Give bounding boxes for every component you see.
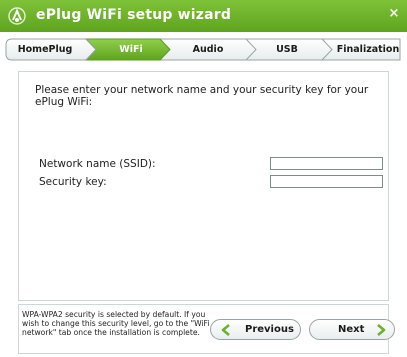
window-title: ePlug WiFi setup wizard (36, 7, 232, 23)
arrow-left-icon (221, 324, 230, 336)
security-key-input[interactable] (270, 175, 383, 188)
step-usb: USB (276, 44, 298, 55)
previous-label: Previous (245, 324, 294, 335)
step-audio: Audio (192, 44, 224, 55)
eplug-logo-icon (8, 7, 26, 25)
close-icon[interactable]: × (387, 7, 401, 21)
title-bar: ePlug WiFi setup wizard × (0, 0, 407, 32)
arrow-right-icon (377, 324, 386, 336)
footer-panel: WPA-WPA2 security is selected by default… (18, 304, 395, 354)
step-finalization: Finalization (336, 44, 400, 55)
next-button[interactable]: Next (309, 319, 395, 340)
wizard-steps: HomePlug WiFi Audio USB Finalization (0, 32, 407, 62)
previous-button[interactable]: Previous (210, 319, 301, 340)
intro-text: Please enter your network name and your … (35, 84, 369, 108)
ssid-label: Network name (SSID): (39, 158, 156, 170)
security-key-label: Security key: (39, 176, 107, 188)
next-label: Next (338, 324, 365, 335)
security-note: WPA-WPA2 security is selected by default… (22, 310, 210, 337)
step-wifi: WiFi (119, 44, 143, 55)
ssid-input[interactable] (270, 157, 383, 170)
wifi-settings-panel: Please enter your network name and your … (18, 71, 389, 301)
step-homeplug: HomePlug (17, 44, 73, 55)
